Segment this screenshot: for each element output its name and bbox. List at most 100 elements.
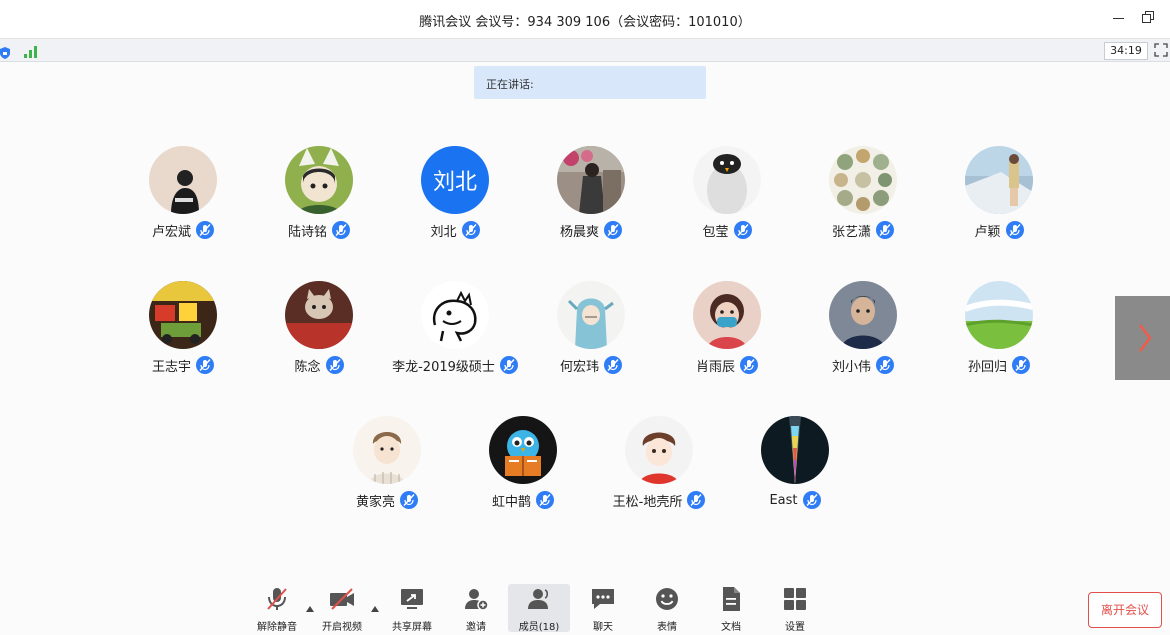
participant-tile[interactable]: 刘北 刘北 [385, 146, 525, 252]
status-bar [0, 39, 1170, 62]
start-video-button[interactable]: 开启视频 [315, 584, 369, 633]
members-label: 成员(18) [518, 622, 560, 633]
audio-options-caret-icon[interactable] [306, 597, 314, 612]
avatar [149, 281, 217, 349]
participant-name-row: 卢颖 [929, 220, 1069, 240]
participant-tile[interactable]: 刘小伟 [793, 281, 933, 387]
participant-name: 何宏玮 [559, 359, 599, 375]
muted-mic-icon [263, 586, 291, 612]
docs-button[interactable]: 文档 [704, 584, 758, 633]
leave-meeting-button[interactable]: 离开会议 [1088, 592, 1162, 628]
participant-name: 杨晨爽 [559, 224, 599, 240]
chat-button[interactable]: 聊天 [576, 584, 630, 633]
avatar [557, 281, 625, 349]
avatar [489, 416, 557, 484]
minimize-icon[interactable] [1112, 10, 1126, 24]
smiley-icon [653, 586, 681, 612]
muted-mic-icon [876, 221, 894, 239]
fullscreen-icon[interactable] [1154, 42, 1168, 57]
participant-name-row: 张艺潇 [793, 220, 933, 240]
participant-name-row: 王志宇 [113, 355, 253, 375]
avatar [421, 281, 489, 349]
participant-name-row: 王松-地壳所 [589, 490, 729, 510]
avatar [285, 146, 353, 214]
share-screen-label: 共享屏幕 [392, 622, 432, 633]
participant-name-row: East [725, 490, 865, 510]
participant-name: 王松-地壳所 [612, 494, 683, 510]
avatar [557, 146, 625, 214]
participant-name: 刘小伟 [831, 359, 871, 375]
avatar [965, 281, 1033, 349]
participant-name: 张艺潇 [831, 224, 871, 240]
docs-label: 文档 [721, 622, 741, 633]
muted-mic-icon [325, 356, 344, 374]
participant-tile[interactable]: 包莹 [657, 146, 797, 252]
participant-name: 卢宏斌 [151, 224, 191, 240]
participant-tile[interactable]: 陆诗铭 [249, 146, 389, 252]
participant-tile[interactable]: 孙回归 [929, 281, 1069, 387]
video-options-caret-icon[interactable] [371, 597, 379, 612]
participant-tile[interactable]: 王志宇 [113, 281, 253, 387]
participant-tile[interactable]: 何宏玮 [521, 281, 661, 387]
participant-tile[interactable]: 虹中鹊 [453, 416, 593, 522]
participant-name-row: 陆诗铭 [249, 220, 389, 240]
participant-name-row: 刘北 [385, 220, 525, 240]
participant-name: 虹中鹊 [491, 494, 531, 510]
muted-mic-icon [687, 491, 706, 509]
reactions-label: 表情 [657, 622, 677, 633]
participant-name-row: 陈念 [249, 355, 389, 375]
participant-name: 王志宇 [151, 359, 191, 375]
participant-name: 包莹 [702, 224, 729, 240]
participant-tile[interactable]: 黄家亮 [317, 416, 457, 522]
participant-name: 黄家亮 [355, 494, 395, 510]
participant-name: 孙回归 [967, 359, 1007, 375]
participant-tile[interactable]: 张艺潇 [793, 146, 933, 252]
invite-button[interactable]: 邀请 [449, 584, 503, 633]
avatar [965, 146, 1033, 214]
reactions-button[interactable]: 表情 [640, 584, 694, 633]
participant-name-row: 虹中鹊 [453, 490, 593, 510]
signal-strength-icon[interactable] [24, 43, 38, 58]
participant-tile[interactable]: 卢宏斌 [113, 146, 253, 252]
muted-mic-icon [499, 356, 518, 374]
meeting-timer: 34:19 [1104, 42, 1148, 60]
muted-mic-icon [604, 356, 622, 374]
avatar [285, 281, 353, 349]
avatar [353, 416, 421, 484]
restore-icon[interactable] [1142, 11, 1154, 23]
muted-mic-icon [1005, 221, 1024, 239]
add-person-icon [462, 586, 490, 612]
chat-label: 聊天 [593, 622, 613, 633]
muted-mic-icon [604, 221, 622, 239]
participant-tile[interactable]: 肖雨辰 [657, 281, 797, 387]
participant-name: East [769, 492, 798, 508]
members-button[interactable]: 成员(18) [508, 584, 570, 633]
participant-tile[interactable]: East [725, 416, 865, 522]
next-page-button[interactable] [1115, 296, 1170, 380]
grid-settings-icon [781, 586, 809, 612]
muted-mic-icon [876, 356, 894, 374]
unmute-button[interactable]: 解除静音 [250, 584, 304, 633]
muted-mic-icon [802, 491, 821, 509]
video-off-icon [328, 586, 356, 612]
invite-label: 邀请 [466, 622, 486, 633]
shield-icon[interactable] [0, 44, 10, 59]
participant-name-row: 何宏玮 [521, 355, 661, 375]
speaking-indicator: 正在讲话: [474, 66, 706, 99]
muted-mic-icon [536, 491, 554, 509]
participant-tile[interactable]: 李龙-2019级硕士 [385, 281, 525, 387]
settings-button[interactable]: 设置 [768, 584, 822, 633]
participant-name: 卢颖 [974, 224, 1001, 240]
muted-mic-icon [332, 221, 350, 239]
participant-name-row: 杨晨爽 [521, 220, 661, 240]
settings-label: 设置 [785, 622, 805, 633]
unmute-label: 解除静音 [257, 622, 297, 633]
participant-tile[interactable]: 卢颖 [929, 146, 1069, 252]
participant-tile[interactable]: 陈念 [249, 281, 389, 387]
avatar [829, 146, 897, 214]
title-bar: 腾讯会议 会议号：934 309 106（会议密码：101010） [0, 0, 1170, 39]
participant-tile[interactable]: 杨晨爽 [521, 146, 661, 252]
share-screen-button[interactable]: 共享屏幕 [385, 584, 439, 633]
participant-tile[interactable]: 王松-地壳所 [589, 416, 729, 522]
muted-mic-icon [733, 221, 752, 239]
